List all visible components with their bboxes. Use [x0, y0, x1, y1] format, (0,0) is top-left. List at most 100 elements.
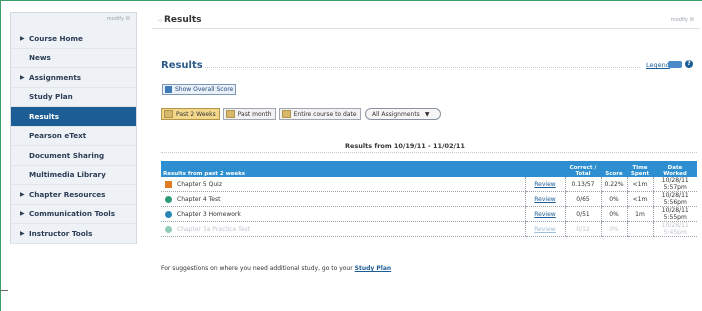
correct-total-cell: 0.13/57: [564, 177, 601, 192]
review-link[interactable]: Review: [534, 211, 555, 218]
col-header-time: Time Spent: [630, 165, 650, 177]
sidebar-item-chapter-resources[interactable]: ▶ Chapter Resources: [11, 185, 136, 205]
review-cell: Review: [524, 221, 565, 237]
header-modify-control[interactable]: modify ☒: [671, 17, 694, 23]
sidebar-item-label: Results: [29, 111, 59, 121]
sidebar-item-pearson-etext[interactable]: Pearson eText: [11, 127, 136, 146]
review-link[interactable]: Review: [534, 181, 555, 188]
page-title-text: Results: [164, 15, 202, 25]
homework-icon: [165, 210, 172, 218]
sidebar-item-label: Document Sharing: [29, 150, 105, 160]
calendar-icon: [164, 110, 173, 118]
sidebar-item-label: News: [29, 53, 51, 63]
time-spent-cell: <1m: [626, 191, 653, 207]
sidebar-item-news[interactable]: News: [11, 49, 136, 68]
table-row: Chapter 5 Quiz Review 0.13/57 0.22% <1m 10/28…: [161, 177, 697, 192]
page-header: ›› Results modify ☒: [152, 12, 700, 29]
sidebar-item-label: Assignments: [29, 72, 82, 82]
filter-label: Past 2 Weeks: [176, 110, 216, 118]
range-divider: [161, 152, 697, 153]
results-title: Results: [161, 60, 203, 71]
assignment-name-cell: Chapter 5 Quiz: [161, 177, 525, 192]
filter-past-2-weeks[interactable]: Past 2 Weeks: [161, 108, 220, 120]
sidebar-item-label: Instructor Tools: [29, 228, 93, 238]
table-row: Chapter 3a Practice Test Review 0/12 0% 10/2…: [161, 221, 697, 237]
sidebar-item-course-home[interactable]: ▶ Course Home: [11, 29, 136, 49]
filter-entire-course[interactable]: Entire course to date: [278, 108, 361, 120]
correct-total-cell: 0/51: [564, 206, 601, 222]
correct-total-cell: 0/12: [564, 221, 601, 237]
assignments-select-value: All Assignments: [372, 110, 420, 118]
expand-arrow-icon: ▶: [20, 210, 25, 218]
legend-link[interactable]: Legend: [646, 61, 670, 69]
col-header-correct: Correct / Total: [569, 165, 597, 177]
sidebar-item-results[interactable]: Results: [11, 107, 136, 127]
review-cell: Review: [524, 177, 565, 192]
test-icon: [165, 195, 172, 203]
date-worked-cell: 10/28/11 5:55pm: [652, 206, 697, 222]
chart-icon: [165, 86, 172, 93]
review-link[interactable]: Review: [534, 196, 555, 203]
calendar-icon: [225, 110, 235, 118]
show-overall-score-button[interactable]: Show Overall Score: [162, 84, 236, 95]
score-cell: 0.22%: [600, 177, 627, 192]
sidebar-item-communication-tools[interactable]: ▶ Communication Tools: [11, 205, 136, 224]
score-cell: 0%: [600, 191, 627, 207]
review-cell: Review: [524, 191, 565, 207]
filter-past-month[interactable]: Past month: [222, 108, 276, 120]
legend-icon[interactable]: [668, 61, 682, 68]
score-cell: 0%: [600, 206, 627, 222]
col-header-name: Results from past 2 weeks: [163, 171, 246, 177]
assignment-name-cell: Chapter 3a Practice Test: [161, 221, 525, 237]
sidebar-item-study-plan[interactable]: Study Plan: [11, 88, 136, 107]
collapse-icon[interactable]: ››: [158, 18, 162, 24]
sidebar-item-document-sharing[interactable]: Document Sharing: [11, 146, 136, 166]
sidebar-item-multimedia-library[interactable]: Multimedia Library: [11, 166, 136, 185]
col-header-score: Score: [605, 171, 623, 177]
time-spent-cell: 1m: [626, 206, 653, 222]
help-icon[interactable]: ?: [685, 60, 693, 68]
sidebar: modify ☒ ▶ Course Home News ▶ Assignments Stu…: [10, 12, 137, 244]
show-overall-score-label: Show Overall Score: [175, 86, 234, 93]
sidebar-item-label: Chapter Resources: [29, 189, 106, 199]
review-link[interactable]: Review: [534, 226, 555, 233]
calendar-icon: [281, 110, 291, 118]
sidebar-item-label: Pearson eText: [29, 131, 87, 141]
quiz-icon: [165, 180, 172, 188]
sidebar-item-instructor-tools[interactable]: ▶ Instructor Tools: [11, 224, 136, 244]
assignment-name-cell: Chapter 4 Test: [161, 191, 525, 207]
test-icon: [165, 225, 172, 233]
title-divider: [205, 67, 640, 68]
assignment-name-cell: Chapter 3 Homework: [161, 206, 525, 222]
assignments-select[interactable]: All Assignments ▼: [365, 108, 441, 120]
results-table: Results from past 2 weeks Correct / Tota…: [161, 161, 697, 237]
corner-mark: [0, 290, 8, 291]
filter-label: Past month: [237, 110, 272, 118]
expand-arrow-icon: ▶: [20, 73, 25, 81]
correct-total-cell: 0/65: [564, 191, 601, 207]
date-worked-cell: 10/28/11 5:56pm: [652, 191, 697, 207]
review-cell: Review: [524, 206, 565, 222]
study-plan-note-text: For suggestions on where you need additi…: [161, 265, 353, 272]
date-worked-cell: 10/28/11 5:45pm: [652, 221, 697, 237]
filter-label: Entire course to date: [293, 110, 357, 118]
assignment-name: Chapter 4 Test: [177, 195, 221, 203]
sidebar-item-label: Study Plan: [29, 92, 73, 102]
sidebar-item-label: Course Home: [29, 33, 83, 43]
table-row: Chapter 3 Homework Review 0/51 0% 1m 10/28/11…: [161, 206, 697, 222]
sidebar-item-label: Communication Tools: [29, 209, 116, 219]
date-filter-group: Past 2 Weeks Past month Entire course to…: [161, 108, 364, 120]
col-header-review: [525, 161, 565, 177]
chevron-down-icon: ▼: [424, 110, 430, 118]
study-plan-link[interactable]: Study Plan: [355, 265, 392, 272]
expand-arrow-icon: ▶: [20, 190, 25, 198]
assignment-name: Chapter 3a Practice Test: [177, 225, 250, 233]
expand-arrow-icon: ▶: [20, 34, 25, 42]
score-cell: 0%: [600, 221, 627, 237]
sidebar-modify-control[interactable]: modify ☒: [11, 13, 136, 29]
date-worked-cell: 10/28/11 5:57pm: [652, 177, 697, 192]
page-title: ›› Results: [158, 15, 202, 25]
sidebar-item-label: Multimedia Library: [29, 170, 106, 180]
assignment-name: Chapter 5 Quiz: [177, 180, 222, 188]
sidebar-item-assignments[interactable]: ▶ Assignments: [11, 68, 136, 88]
